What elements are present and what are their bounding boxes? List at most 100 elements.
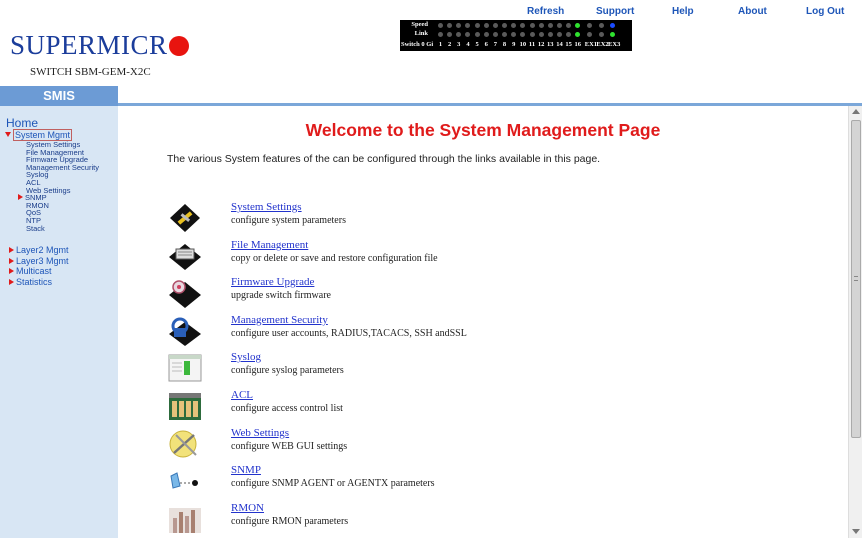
link-led-EX1	[586, 32, 592, 37]
collapsed-arrow-icon	[9, 268, 14, 275]
speed-led-15	[566, 23, 572, 28]
feature-link-web-settings[interactable]: Web Settings	[231, 427, 289, 439]
vertical-scrollbar[interactable]	[848, 106, 862, 538]
sidebar-subitem-stack[interactable]: Stack	[26, 224, 45, 233]
smis-bar: SMIS	[0, 86, 118, 106]
link-led-16	[575, 32, 581, 37]
tools-icon	[168, 203, 202, 233]
collapsed-arrow-icon	[9, 279, 14, 286]
snmp-agent-icon	[168, 466, 202, 496]
link-led-11	[529, 32, 535, 37]
sidebar-item-label: Layer2 Mgmt	[16, 245, 69, 255]
link-led-1	[438, 32, 443, 37]
feature-description: configure RMON parameters	[231, 515, 349, 527]
feature-link-acl[interactable]: ACL	[231, 389, 253, 401]
firmware-chip-icon	[168, 278, 202, 309]
refresh-link[interactable]: Refresh	[527, 6, 564, 17]
feature-link-snmp[interactable]: SNMP	[231, 464, 261, 476]
speed-led-row: Speed	[400, 21, 632, 30]
feature-link-syslog[interactable]: Syslog	[231, 351, 261, 363]
support-link[interactable]: Support	[596, 6, 634, 17]
main-content: Welcome to the System Management Page Th…	[118, 106, 848, 538]
link-led-EX3	[610, 32, 616, 37]
sidebar-item-multicast[interactable]: Multicast	[9, 266, 52, 276]
link-led-12	[538, 32, 544, 37]
switch-label: Switch 0 Gi	[401, 41, 434, 48]
top-navigation: Refresh Support Help About Log Out	[0, 6, 862, 20]
link-led-8	[502, 32, 508, 37]
speed-led-3	[456, 23, 462, 28]
feature-link-file-management[interactable]: File Management	[231, 239, 308, 251]
collapsed-arrow-icon	[9, 247, 14, 253]
sidebar-item-label: Multicast	[16, 266, 52, 277]
link-led-10	[520, 32, 526, 37]
collapsed-arrow-icon	[9, 257, 14, 264]
link-label: Link	[414, 30, 428, 37]
speed-led-14	[556, 23, 562, 28]
speed-led-6	[483, 23, 489, 28]
speed-led-EX3	[610, 23, 616, 28]
collapsed-arrow-icon	[18, 194, 23, 201]
sidebar-home-link[interactable]: Home	[6, 116, 38, 130]
link-led-row: Link	[400, 30, 632, 39]
sidebar-item-label: Layer3 Mgmt	[16, 255, 69, 266]
feature-description: configure WEB GUI settings	[231, 440, 348, 452]
feature-link-firmware-upgrade[interactable]: Firmware Upgrade	[231, 276, 314, 288]
link-led-EX2	[598, 32, 604, 37]
feature-description: configure SNMP AGENT or AGENTX parameter…	[231, 478, 435, 490]
port-number-row: Switch 0 Gi 1 2 3 4 5 6 7 8 9 10 11 12 13 14 15 16 EX1 EX…	[400, 41, 632, 50]
speed-led-7	[492, 23, 498, 28]
speed-label: Speed	[411, 21, 428, 28]
link-led-7	[492, 32, 498, 37]
logout-link[interactable]: Log Out	[806, 6, 844, 17]
speed-led-2	[447, 23, 453, 28]
feature-link-system-settings[interactable]: System Settings	[231, 201, 302, 213]
scroll-down-arrow-icon[interactable]	[852, 529, 860, 534]
port-number-label: 16	[574, 41, 582, 48]
speed-led-4	[465, 23, 471, 28]
page-description: The various System features of the can b…	[167, 153, 601, 165]
logo-text: SUPERMICR	[10, 30, 168, 60]
port-number-label: EX3	[608, 41, 621, 48]
link-led-9	[511, 32, 517, 37]
feature-description: upgrade switch firmware	[231, 290, 331, 302]
web-tools-icon	[168, 429, 202, 459]
scroll-up-arrow-icon[interactable]	[852, 109, 860, 114]
feature-description: configure user accounts, RADIUS,TACACS, …	[231, 327, 467, 339]
link-led-5	[474, 32, 480, 37]
sidebar-item-layer3-mgmt[interactable]: Layer3 Mgmt	[9, 256, 69, 266]
speed-led-1	[438, 23, 443, 28]
speed-led-8	[502, 23, 508, 28]
about-link[interactable]: About	[738, 6, 767, 17]
speed-led-EX2	[598, 23, 604, 28]
logo-dot	[168, 36, 189, 56]
speed-led-11	[529, 23, 535, 28]
file-device-icon	[168, 241, 202, 271]
link-led-3	[456, 32, 462, 37]
link-led-14	[556, 32, 562, 37]
sidebar-item-label: Statistics	[16, 277, 53, 288]
port-led-panel: Speed Link Switch 0 Gi 1 2 3 4 5 6 7 8 9 10 11 12 13…	[400, 20, 632, 51]
sidebar-item-system-mgmt[interactable]: System Mgmt	[5, 129, 73, 141]
feature-link-management-security[interactable]: Management Security	[231, 314, 328, 326]
switch-model-label: SWITCH SBM-GEM-X2C	[30, 66, 151, 78]
scroll-thumb[interactable]	[851, 120, 861, 438]
sidebar-subitem-label: Stack	[26, 223, 45, 233]
page-title: Welcome to the System Management Page	[305, 120, 661, 140]
speed-led-9	[511, 23, 517, 28]
link-led-13	[547, 32, 553, 37]
feature-description: copy or delete or save and restore confi…	[231, 252, 438, 264]
speed-led-10	[520, 23, 526, 28]
sidebar-item-statistics[interactable]: Statistics	[9, 277, 52, 287]
speed-led-12	[538, 23, 544, 28]
feature-description: configure access control list	[231, 403, 343, 414]
sidebar-item-layer2-mgmt[interactable]: Layer2 Mgmt	[9, 245, 69, 255]
feature-link-rmon[interactable]: RMON	[231, 502, 264, 514]
feature-description: configure system parameters	[231, 215, 346, 226]
link-led-15	[566, 32, 572, 37]
header: Refresh Support Help About Log Out SUPER…	[0, 0, 862, 86]
speed-led-13	[547, 23, 553, 28]
help-link[interactable]: Help	[672, 6, 694, 17]
sidebar: Home System Mgmt System Settings File Man…	[0, 106, 118, 538]
link-led-4	[465, 32, 471, 37]
